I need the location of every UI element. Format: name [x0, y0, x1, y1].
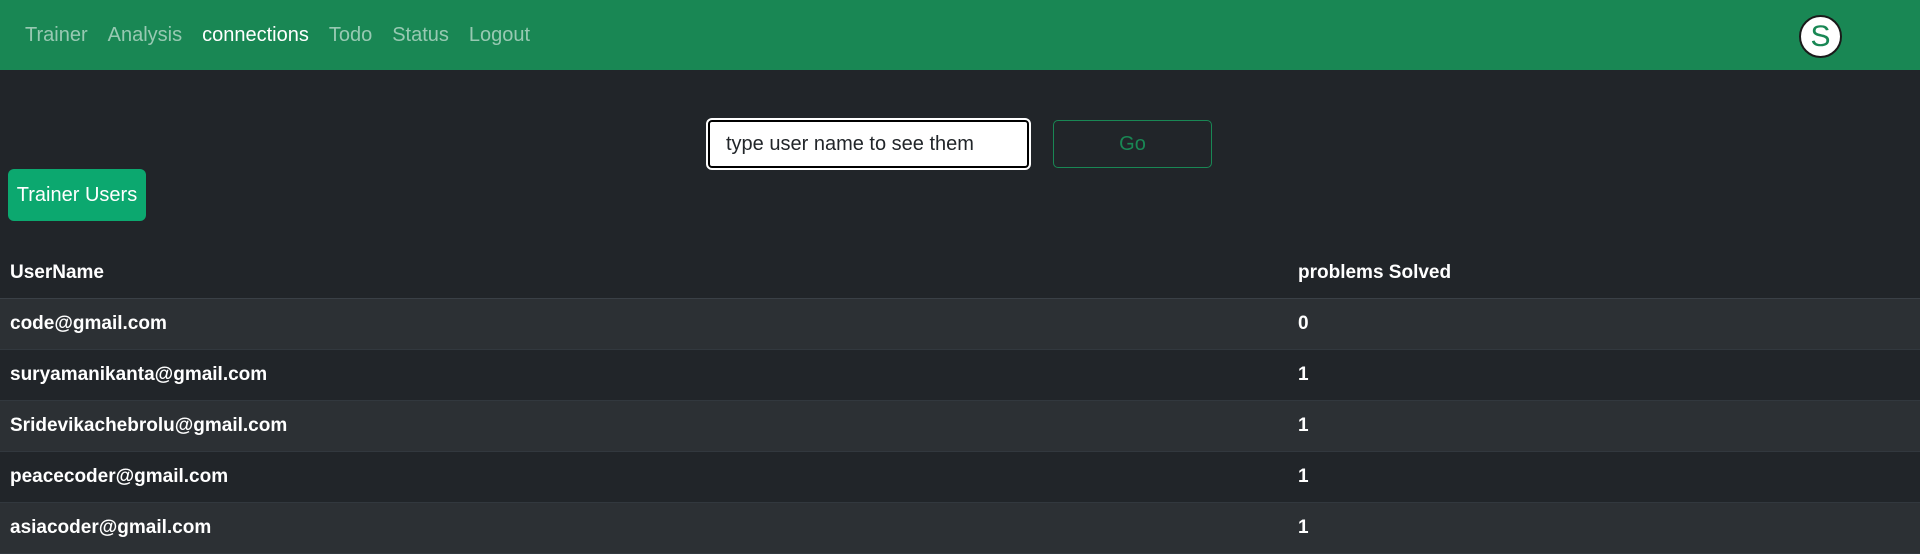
table-row: suryamanikanta@gmail.com 1 [0, 349, 1920, 401]
table-header: UserName problems Solved [0, 248, 1920, 299]
nav-links: Trainer Analysis connections Todo Status… [0, 24, 550, 47]
solved-cell: 1 [1288, 349, 1920, 401]
trainer-users-button[interactable]: Trainer Users [8, 169, 146, 221]
nav-link-analysis[interactable]: Analysis [108, 24, 182, 47]
solved-cell: 0 [1288, 298, 1920, 350]
column-header-username: UserName [0, 248, 1288, 299]
solved-cell: 1 [1288, 502, 1920, 554]
top-navbar: Trainer Analysis connections Todo Status… [0, 0, 1920, 70]
username-cell: asiacoder@gmail.com [0, 502, 1288, 554]
nav-link-connections[interactable]: connections [202, 24, 309, 47]
table-header-row: UserName problems Solved [0, 248, 1920, 299]
table-body: code@gmail.com 0 suryamanikanta@gmail.co… [0, 298, 1920, 554]
table-row: peacecoder@gmail.com 1 [0, 451, 1920, 503]
username-cell: Sridevikachebrolu@gmail.com [0, 400, 1288, 452]
column-header-problems-solved: problems Solved [1288, 248, 1920, 299]
username-cell: code@gmail.com [0, 298, 1288, 350]
solved-cell: 1 [1288, 451, 1920, 503]
table-row: asiacoder@gmail.com 1 [0, 502, 1920, 554]
nav-link-status[interactable]: Status [392, 24, 449, 47]
avatar-letter: S [1810, 19, 1831, 53]
username-cell: suryamanikanta@gmail.com [0, 349, 1288, 401]
nav-link-trainer[interactable]: Trainer [25, 24, 88, 47]
nav-link-logout[interactable]: Logout [469, 24, 530, 47]
username-cell: peacecoder@gmail.com [0, 451, 1288, 503]
user-avatar[interactable]: S [1799, 15, 1842, 58]
solved-cell: 1 [1288, 400, 1920, 452]
go-button[interactable]: Go [1053, 120, 1212, 168]
users-table: UserName problems Solved code@gmail.com … [0, 248, 1920, 554]
user-search-input[interactable] [706, 118, 1031, 170]
table-row: code@gmail.com 0 [0, 298, 1920, 350]
table-row: Sridevikachebrolu@gmail.com 1 [0, 400, 1920, 452]
nav-link-todo[interactable]: Todo [329, 24, 372, 47]
